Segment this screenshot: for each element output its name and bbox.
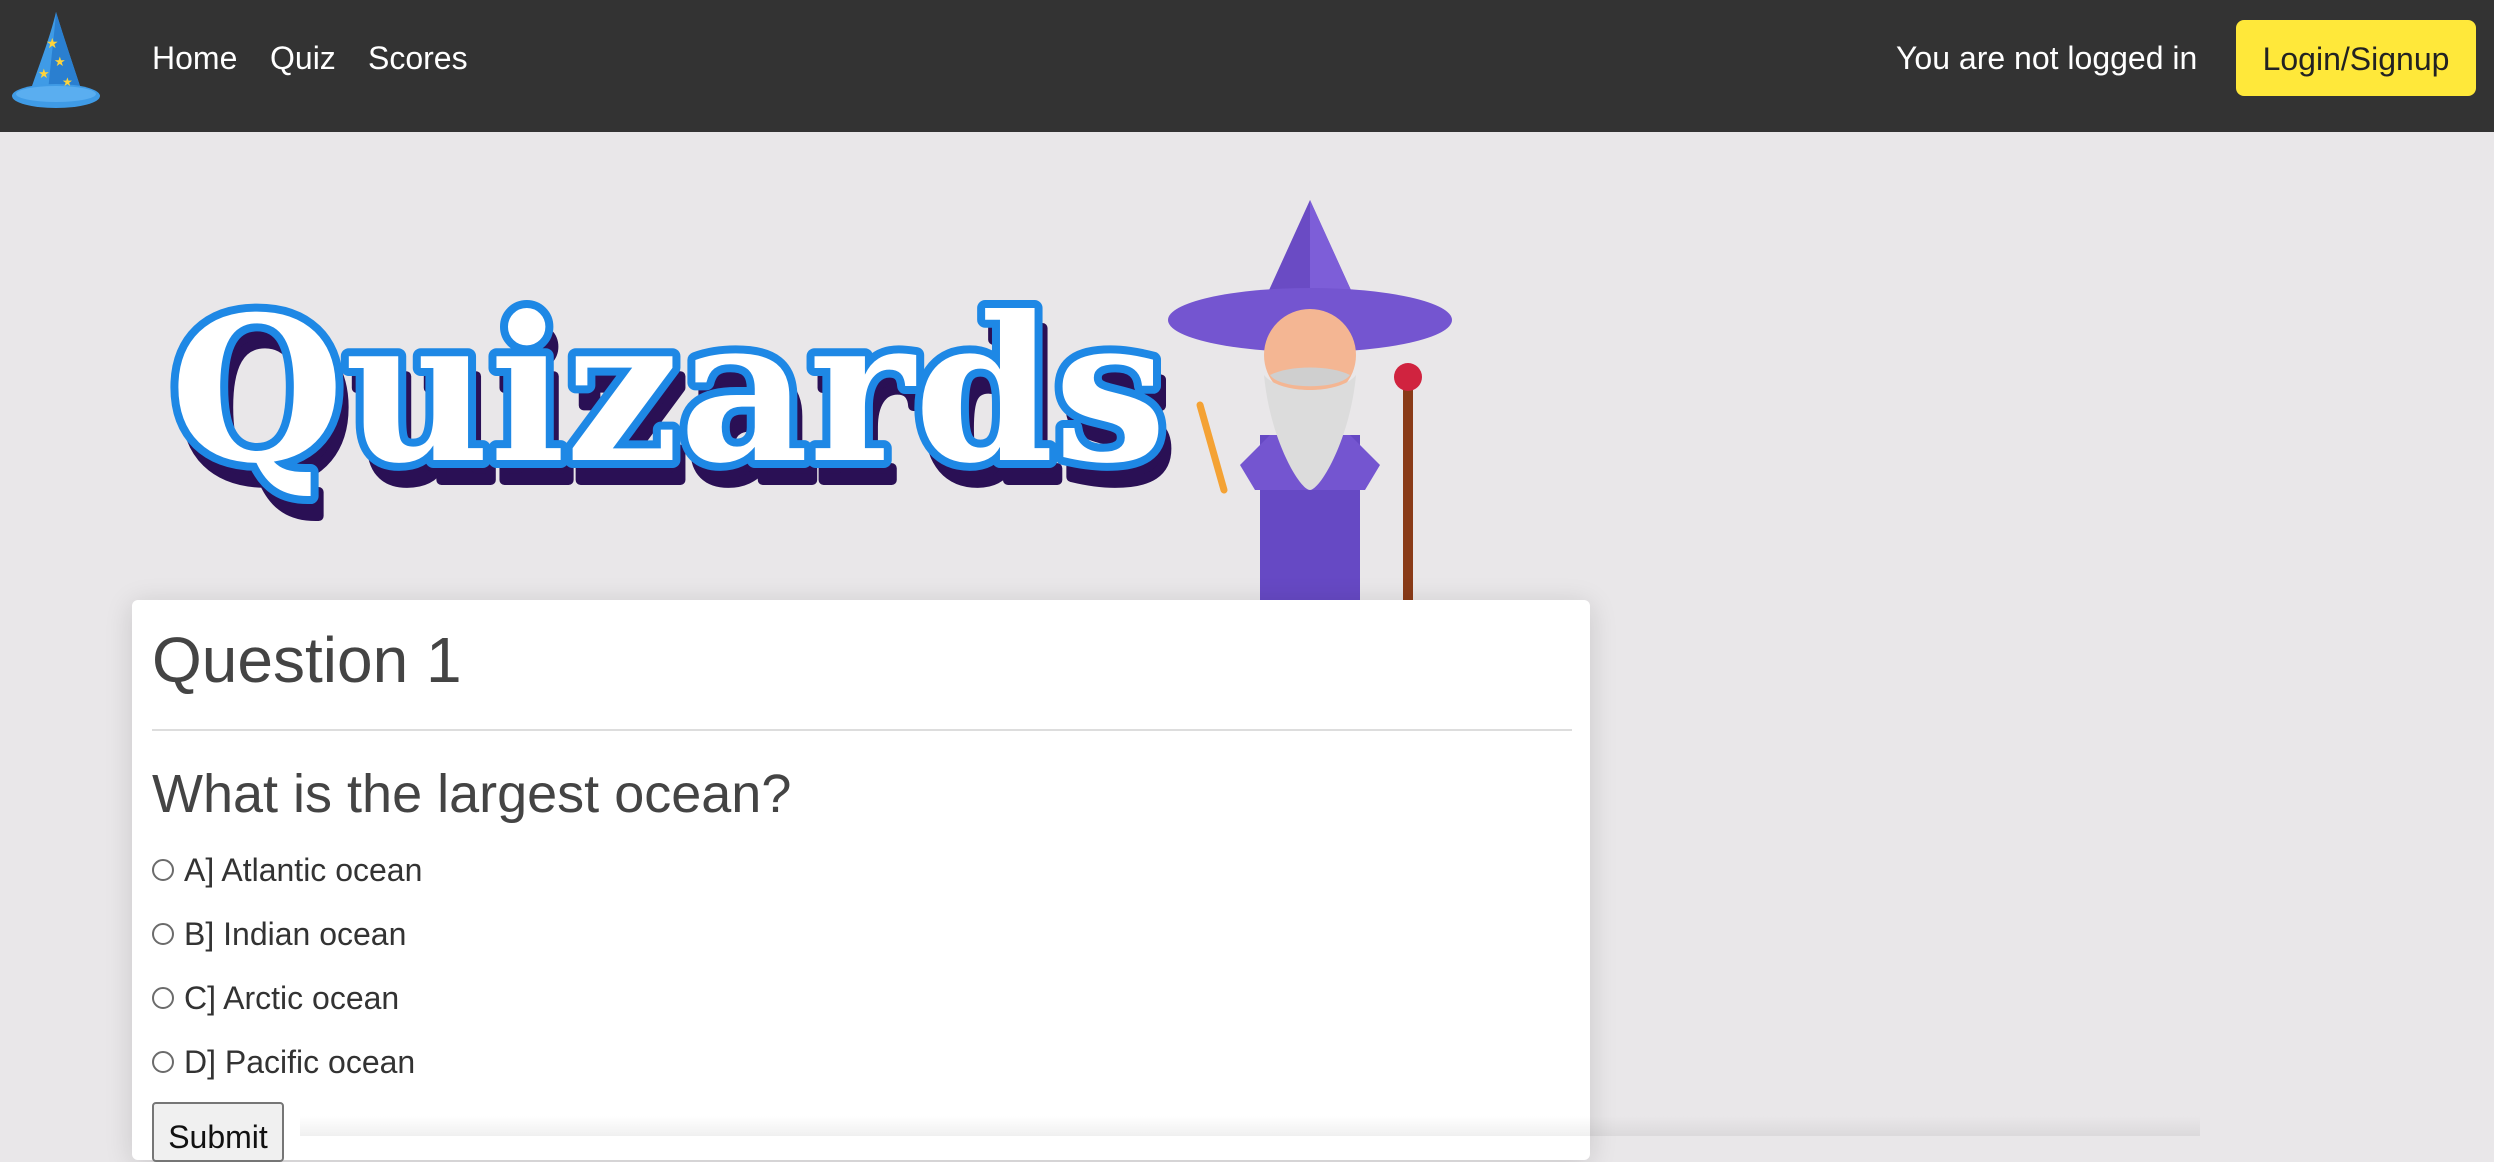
wizard-mascot-icon (1168, 200, 1452, 600)
answer-option-a[interactable]: A] Atlantic ocean (152, 850, 422, 890)
login-signup-button[interactable]: Login/Signup (2236, 20, 2476, 96)
question-divider (152, 729, 1572, 731)
nav-link-home[interactable]: Home (152, 38, 237, 78)
svg-text:★: ★ (62, 75, 73, 89)
top-navbar: ★ ★ ★ ★ Home Quiz Scores You are not log… (0, 0, 2494, 132)
question-text: What is the largest ocean? (152, 764, 792, 824)
wizard-hat-logo-icon[interactable]: ★ ★ ★ ★ (10, 8, 102, 112)
hero-banner: Quizards Quizards (162, 200, 1452, 600)
answer-option-b[interactable]: B] Indian ocean (152, 914, 406, 954)
option-b-label[interactable]: B] Indian ocean (184, 914, 406, 954)
quizards-logo-outline: Quizards (170, 273, 1167, 508)
nav-link-quiz[interactable]: Quiz (270, 38, 336, 78)
option-d-radio[interactable] (152, 1051, 174, 1073)
quizards-logo: Quizards Quizards (162, 265, 1180, 533)
option-b-radio[interactable] (152, 923, 174, 945)
answer-option-d[interactable]: D] Pacific ocean (152, 1042, 415, 1082)
question-card: Question 1 What is the largest ocean? A]… (132, 600, 1590, 1162)
answer-option-c[interactable]: C] Arctic ocean (152, 978, 399, 1018)
option-c-label[interactable]: C] Arctic ocean (184, 978, 399, 1018)
option-d-label[interactable]: D] Pacific ocean (184, 1042, 415, 1082)
option-a-label[interactable]: A] Atlantic ocean (184, 850, 422, 890)
svg-text:★: ★ (54, 55, 66, 70)
option-a-radio[interactable] (152, 859, 174, 881)
option-c-radio[interactable] (152, 987, 174, 1009)
submit-button[interactable]: Submit (152, 1102, 284, 1162)
question-number-heading: Question 1 (152, 624, 462, 696)
svg-text:★: ★ (38, 67, 50, 82)
page-footer-shadow (300, 1116, 2200, 1136)
nav-link-scores[interactable]: Scores (368, 38, 468, 78)
svg-text:★: ★ (46, 36, 59, 52)
login-status-text: You are not logged in (1896, 40, 2198, 76)
